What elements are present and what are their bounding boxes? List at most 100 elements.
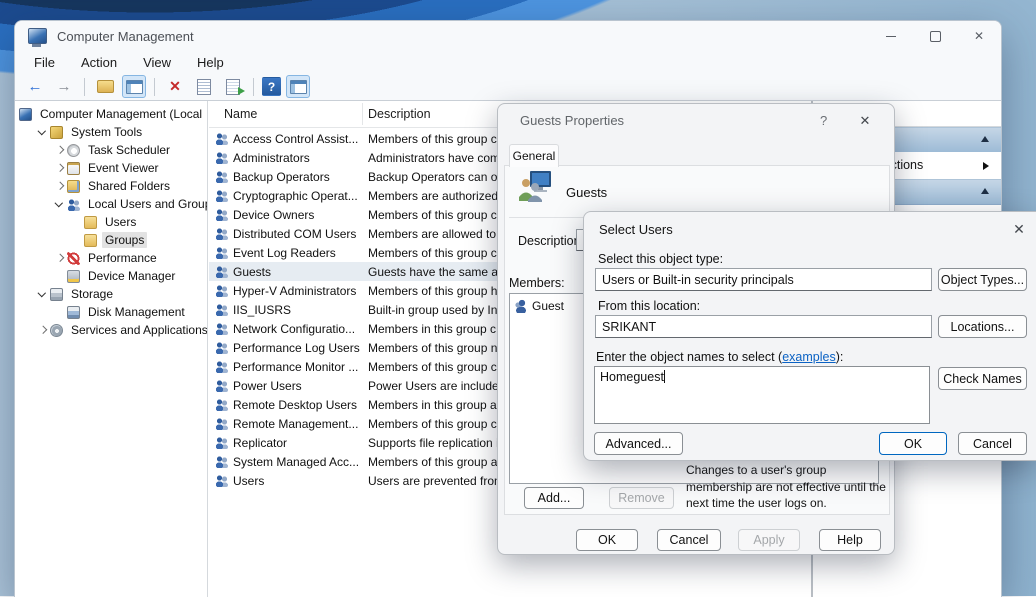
chevron-right-icon[interactable]	[53, 161, 67, 175]
group-name-cell: Power Users	[233, 379, 365, 393]
ok-button[interactable]: OK	[576, 529, 638, 551]
chevron-right-icon[interactable]	[53, 143, 67, 157]
menu-help[interactable]: Help	[197, 55, 224, 70]
object-type-field[interactable]: Users or Built-in security principals	[595, 268, 932, 291]
column-header-name[interactable]: Name	[224, 107, 257, 121]
console-tree: Computer Management (LocalSystem ToolsTa…	[15, 101, 208, 597]
chevron-down-icon[interactable]	[36, 287, 50, 301]
group-description-cell: Supports file replication i	[368, 436, 499, 450]
action-pane-icon[interactable]	[286, 75, 310, 98]
title-bar[interactable]: Computer Management ✕	[15, 21, 1001, 51]
chevron-right-icon[interactable]	[36, 323, 50, 337]
group-name-cell: Guests	[233, 265, 365, 279]
object-types-button[interactable]: Object Types...	[938, 268, 1027, 291]
column-header-description[interactable]: Description	[368, 107, 431, 121]
group-icon	[215, 417, 228, 430]
storage-icon	[50, 288, 63, 301]
object-names-value: Homeguest	[600, 370, 664, 384]
member-name: Guest	[532, 299, 564, 313]
delete-icon[interactable]: ✕	[163, 75, 187, 98]
tree-spacer	[70, 233, 84, 247]
tree-item-device-manager[interactable]: Device Manager	[15, 267, 207, 285]
tree-item-system-tools[interactable]: System Tools	[15, 123, 207, 141]
help-icon[interactable]: ?	[820, 113, 827, 128]
tree-item-performance[interactable]: Performance	[15, 249, 207, 267]
help-button[interactable]: Help	[819, 529, 881, 551]
tree-item-task-scheduler[interactable]: Task Scheduler	[15, 141, 207, 159]
menu-view[interactable]: View	[143, 55, 171, 70]
tree-item-groups[interactable]: Groups	[15, 231, 207, 249]
group-name-cell: Backup Operators	[233, 170, 365, 184]
minimize-button[interactable]	[869, 21, 913, 51]
group-description-cell: Guests have the same ac	[368, 265, 504, 279]
group-icon	[215, 322, 228, 335]
chevron-right-icon[interactable]	[53, 251, 67, 265]
console-window-icon[interactable]	[122, 75, 146, 98]
ok-button[interactable]: OK	[879, 432, 947, 455]
group-name-cell: Performance Log Users	[233, 341, 365, 355]
group-icon	[215, 455, 228, 468]
tree-item-services-and-applications[interactable]: Services and Applications	[15, 321, 207, 339]
tree-item-storage[interactable]: Storage	[15, 285, 207, 303]
group-name-cell: Performance Monitor ...	[233, 360, 365, 374]
system-tools-icon	[50, 126, 63, 139]
tab-general[interactable]: General	[509, 144, 559, 167]
up-folder-icon[interactable]	[93, 75, 117, 98]
close-icon[interactable]: ✕	[856, 113, 874, 129]
tree-item-users[interactable]: Users	[15, 213, 207, 231]
close-icon[interactable]: ✕	[1010, 221, 1028, 238]
cancel-button[interactable]: Cancel	[657, 529, 721, 551]
tree-item-disk-management[interactable]: Disk Management	[15, 303, 207, 321]
tree-item-shared-folders[interactable]: Shared Folders	[15, 177, 207, 195]
group-name-cell: System Managed Acc...	[233, 455, 365, 469]
examples-link[interactable]: examples	[782, 350, 836, 364]
help-icon[interactable]: ?	[262, 77, 281, 96]
tree-item-label: System Tools	[68, 124, 145, 140]
tree-item-computer-management-local[interactable]: Computer Management (Local	[15, 105, 207, 123]
window-title: Computer Management	[57, 29, 194, 44]
group-name-cell: Cryptographic Operat...	[233, 189, 365, 203]
group-name-cell: Users	[233, 474, 365, 488]
chevron-right-icon[interactable]	[53, 179, 67, 193]
group-icon	[215, 132, 228, 145]
forward-arrow-icon[interactable]: →	[52, 75, 76, 98]
tree-item-local-users-and-groups[interactable]: Local Users and Groups	[15, 195, 207, 213]
collapse-icon[interactable]	[981, 188, 989, 194]
menu-action[interactable]: Action	[81, 55, 117, 70]
back-arrow-icon[interactable]: ←	[23, 75, 47, 98]
group-icon	[215, 474, 228, 487]
close-button[interactable]: ✕	[957, 21, 1001, 51]
computer-management-icon	[28, 28, 47, 44]
group-icon	[215, 360, 228, 373]
menu-file[interactable]: File	[34, 55, 55, 70]
location-label: From this location:	[598, 299, 700, 313]
properties-icon[interactable]	[192, 75, 216, 98]
group-description-cell: Members are allowed to	[368, 227, 496, 241]
advanced-button[interactable]: Advanced...	[594, 432, 683, 455]
collapse-icon[interactable]	[981, 136, 989, 142]
group-name-cell: Distributed COM Users	[233, 227, 365, 241]
group-description-cell: Built-in group used by In	[368, 303, 497, 317]
group-name-cell: Remote Desktop Users	[233, 398, 365, 412]
cancel-button[interactable]: Cancel	[958, 432, 1027, 455]
location-field[interactable]: SRIKANT	[595, 315, 932, 338]
toolbar-separator	[154, 78, 155, 96]
object-type-label: Select this object type:	[598, 252, 723, 266]
object-names-input[interactable]: Homeguest	[594, 366, 930, 424]
column-divider[interactable]	[362, 103, 363, 125]
chevron-down-icon[interactable]	[36, 125, 50, 139]
apply-button: Apply	[738, 529, 800, 551]
group-description-cell: Backup Operators can ov	[368, 170, 503, 184]
tree-item-event-viewer[interactable]: Event Viewer	[15, 159, 207, 177]
add-button[interactable]: Add...	[524, 487, 584, 509]
names-label-text: Enter the object names to select (	[596, 350, 782, 364]
location-value: SRIKANT	[602, 320, 656, 334]
device-manager-icon	[67, 270, 80, 283]
group-icon	[215, 398, 228, 411]
maximize-button[interactable]	[913, 21, 957, 51]
tree-item-label: Event Viewer	[85, 160, 161, 176]
locations-button[interactable]: Locations...	[938, 315, 1027, 338]
check-names-button[interactable]: Check Names	[938, 367, 1027, 390]
export-list-icon[interactable]	[221, 75, 245, 98]
chevron-down-icon[interactable]	[53, 197, 67, 211]
